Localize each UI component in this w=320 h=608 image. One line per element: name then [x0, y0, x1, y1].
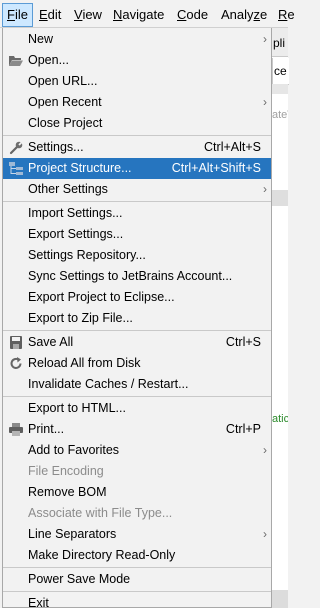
menu-item-label: Open...	[28, 53, 69, 67]
menu-item-label: Close Project	[28, 116, 103, 130]
menu-refactor-partial[interactable]: Re	[278, 5, 295, 25]
menu-item-label: Settings Repository...	[28, 248, 146, 262]
floppy-disk-icon	[8, 335, 24, 350]
menu-item-label: Open Recent	[28, 95, 102, 109]
file-menu-dropdown: New › Open... Open URL... Open Recent › …	[2, 28, 272, 608]
menu-item-sync-settings[interactable]: Sync Settings to JetBrains Account...	[3, 266, 271, 287]
menu-item-power-save[interactable]: Power Save Mode	[3, 569, 271, 590]
menu-item-label: Sync Settings to JetBrains Account...	[28, 269, 233, 283]
menu-separator	[3, 330, 271, 331]
menu-item-open-url[interactable]: Open URL...	[3, 71, 271, 92]
menu-item-export-html[interactable]: Export to HTML...	[3, 398, 271, 419]
menu-navigate[interactable]: Navigate	[113, 5, 164, 25]
folder-open-icon	[8, 53, 24, 68]
menu-item-label: Remove BOM	[28, 485, 107, 499]
menu-item-label: Export Settings...	[28, 227, 124, 241]
menu-item-label: Line Separators	[28, 527, 117, 541]
menu-item-make-read-only[interactable]: Make Directory Read-Only	[3, 545, 271, 566]
menu-item-line-separators[interactable]: Line Separators ›	[3, 524, 271, 545]
menu-item-label: Save All	[28, 335, 74, 349]
menu-separator	[3, 591, 271, 592]
editor-toolbar-strip	[272, 84, 288, 94]
menu-item-settings-repository[interactable]: Settings Repository...	[3, 245, 271, 266]
menu-item-shortcut: Ctrl+Alt+S	[204, 140, 261, 154]
menu-item-associate-file-type: Associate with File Type...	[3, 503, 271, 524]
editor-tab-partial-top[interactable]: pli	[272, 28, 288, 57]
menu-item-label: Power Save Mode	[28, 572, 131, 586]
menu-item-label: Reload All from Disk	[28, 356, 141, 370]
menu-item-export-settings[interactable]: Export Settings...	[3, 224, 271, 245]
menu-analyze[interactable]: Analyze	[221, 5, 267, 25]
editor-faint-text: ateV	[272, 109, 288, 121]
menu-separator	[3, 567, 271, 568]
menu-item-remove-bom[interactable]: Remove BOM	[3, 482, 271, 503]
menu-item-open-recent[interactable]: Open Recent ›	[3, 92, 271, 113]
printer-icon	[8, 422, 24, 437]
submenu-arrow-icon: ›	[263, 95, 267, 109]
menu-item-import-settings[interactable]: Import Settings...	[3, 203, 271, 224]
menu-item-shortcut: Ctrl+P	[225, 422, 261, 436]
menu-item-settings[interactable]: Settings... Ctrl+Alt+S	[3, 137, 271, 158]
menu-item-label: Open URL...	[28, 74, 98, 88]
menu-item-print[interactable]: Print... Ctrl+P	[3, 419, 271, 440]
submenu-arrow-icon: ›	[263, 32, 267, 46]
menu-item-label: Invalidate Caches / Restart...	[28, 377, 189, 391]
menu-view[interactable]: View	[74, 5, 102, 25]
menu-item-export-eclipse[interactable]: Export Project to Eclipse...	[3, 287, 271, 308]
submenu-arrow-icon: ›	[263, 182, 267, 196]
menu-item-label: Export to HTML...	[28, 401, 126, 415]
menu-item-label: File Encoding	[28, 464, 104, 478]
menu-file[interactable]: File	[2, 3, 33, 27]
menu-item-label: Exit	[28, 596, 49, 608]
menu-item-exit[interactable]: Exit	[3, 593, 271, 608]
menu-separator	[3, 201, 271, 202]
menu-item-label: Settings...	[28, 140, 84, 154]
menu-item-save-all[interactable]: Save All Ctrl+S	[3, 332, 271, 353]
menu-item-label: Import Settings...	[28, 206, 123, 220]
submenu-arrow-icon: ›	[263, 527, 267, 541]
menu-item-label: Other Settings	[28, 182, 108, 196]
menu-item-other-settings[interactable]: Other Settings ›	[3, 179, 271, 200]
menu-item-label: Print...	[28, 422, 65, 436]
menu-item-file-encoding: File Encoding	[3, 461, 271, 482]
menu-item-reload-disk[interactable]: Reload All from Disk	[3, 353, 271, 374]
menu-item-close-project[interactable]: Close Project	[3, 113, 271, 134]
menu-code[interactable]: Code	[177, 5, 208, 25]
menu-item-new[interactable]: New ›	[3, 29, 271, 50]
wrench-icon	[8, 140, 24, 155]
menu-item-label: Make Directory Read-Only	[28, 548, 176, 562]
menu-item-invalidate-caches[interactable]: Invalidate Caches / Restart...	[3, 374, 271, 395]
menu-bar: File Edit View Navigate Code Analyze Re	[0, 0, 295, 28]
menu-item-label: Export Project to Eclipse...	[28, 290, 175, 304]
menu-item-label: New	[28, 32, 54, 46]
submenu-arrow-icon: ›	[263, 443, 267, 457]
menu-separator	[3, 135, 271, 136]
menu-item-shortcut: Ctrl+Alt+Shift+S	[171, 161, 261, 175]
editor-green-text: atic	[272, 413, 288, 425]
reload-icon	[8, 356, 24, 371]
menu-item-label: Add to Favorites	[28, 443, 120, 457]
editor-bottom-strip	[272, 590, 288, 608]
menu-edit[interactable]: Edit	[39, 5, 61, 25]
menu-item-label: Project Structure...	[28, 161, 132, 175]
editor-tab-partial[interactable]: ce	[272, 58, 289, 85]
project-structure-icon	[8, 161, 24, 176]
menu-item-label: Associate with File Type...	[28, 506, 173, 520]
menu-item-label: Export to Zip File...	[28, 311, 133, 325]
menu-item-export-zip[interactable]: Export to Zip File...	[3, 308, 271, 329]
editor-gutter-band	[272, 190, 288, 206]
menu-item-project-structure[interactable]: Project Structure... Ctrl+Alt+Shift+S	[3, 158, 271, 179]
menu-separator	[3, 396, 271, 397]
menu-item-shortcut: Ctrl+S	[225, 335, 261, 349]
menu-item-add-favorites[interactable]: Add to Favorites ›	[3, 440, 271, 461]
menu-item-open[interactable]: Open...	[3, 50, 271, 71]
